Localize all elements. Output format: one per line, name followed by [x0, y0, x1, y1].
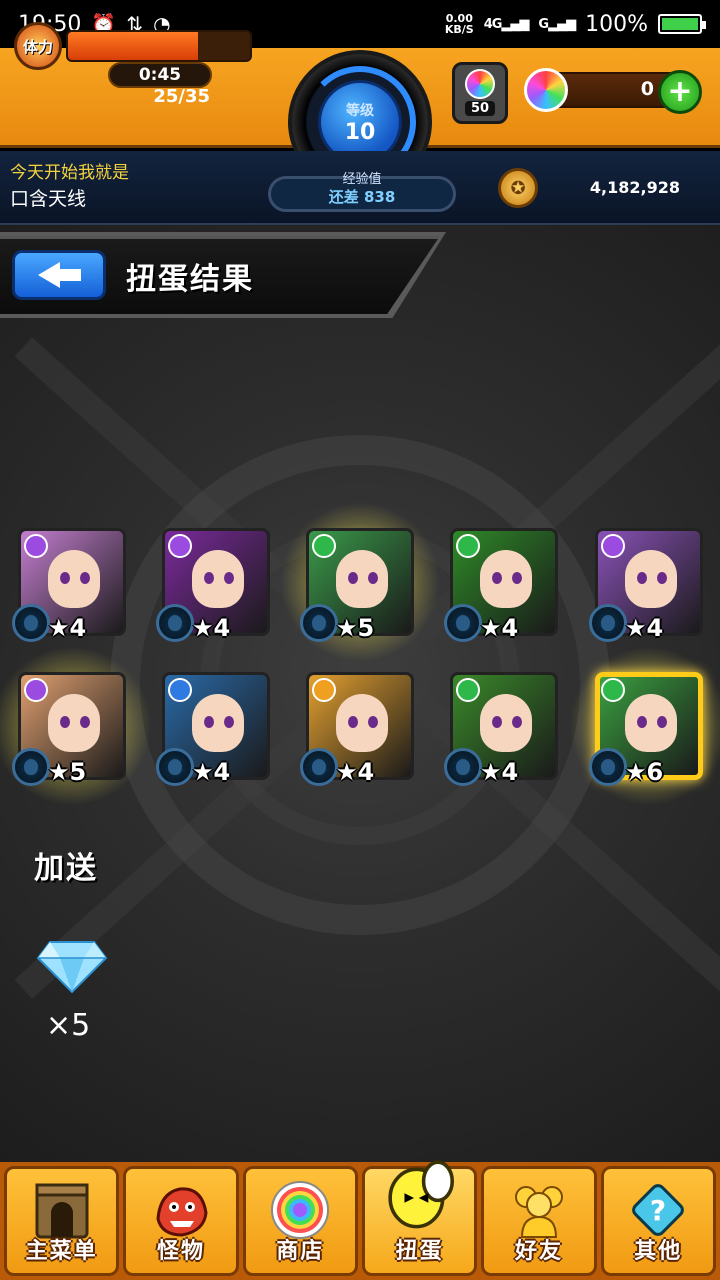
player-motto: 今天开始我就是 — [10, 163, 129, 183]
monster-face — [625, 694, 677, 752]
element-icon — [601, 678, 625, 702]
luck-orb-icon — [156, 748, 194, 786]
stamina-icon: 体力 — [14, 22, 62, 70]
battery-icon — [658, 14, 706, 34]
monster-face — [192, 694, 244, 752]
castle-icon — [35, 1183, 89, 1239]
luck-orb-icon — [589, 604, 627, 642]
element-icon — [456, 534, 480, 558]
rarity-stars: ★5 — [336, 614, 375, 642]
monster-card[interactable]: ★4 — [444, 672, 558, 786]
rainbow-orb-icon — [271, 1181, 330, 1239]
rarity-stars: ★4 — [48, 614, 87, 642]
element-icon — [24, 678, 48, 702]
luck-orb-icon — [444, 748, 482, 786]
orb-count: 50 — [464, 101, 496, 116]
back-arrow-icon — [37, 262, 60, 288]
luck-orb-icon — [300, 604, 338, 642]
bottom-nav: 主菜单 怪物 商店 扭蛋 好友 ? 其他 — [0, 1160, 720, 1280]
element-icon — [312, 534, 336, 558]
coin-icon: ✪ — [498, 168, 538, 208]
monster-card[interactable]: ★4 — [156, 528, 270, 642]
exp-label: 经验值 — [342, 172, 382, 187]
element-icon — [168, 534, 192, 558]
dragon-icon — [156, 1187, 208, 1237]
rarity-stars: ★4 — [192, 758, 231, 786]
monster-face — [480, 550, 532, 608]
gem-count: 0 — [640, 78, 654, 100]
nav-gacha[interactable]: 扭蛋 — [361, 1160, 478, 1276]
stamina-value: 25/35 — [153, 86, 210, 107]
monster-card[interactable]: ★4 — [444, 528, 558, 642]
luck-orb-icon — [12, 748, 50, 786]
monster-card[interactable]: ★5 — [280, 502, 440, 662]
bonus-label: 加送 — [34, 851, 98, 886]
element-icon — [456, 678, 480, 702]
svg-text:?: ? — [650, 1194, 666, 1227]
monster-face — [336, 694, 388, 752]
rarity-stars: ★4 — [480, 614, 519, 642]
back-button[interactable] — [12, 250, 106, 300]
element-icon — [312, 678, 336, 702]
rarity-stars: ★4 — [625, 614, 664, 642]
battery-percent: 100% — [585, 11, 648, 37]
monster-face — [48, 694, 100, 752]
luck-orb-icon — [300, 748, 338, 786]
friends-icon — [514, 1186, 563, 1238]
orb-icon — [465, 69, 495, 99]
monster-face — [625, 550, 677, 608]
page-title: 扭蛋结果 — [126, 262, 254, 297]
luck-orb-icon — [589, 748, 627, 786]
monster-card[interactable]: ★5 — [0, 646, 152, 806]
nav-other[interactable]: ? 其他 — [600, 1166, 716, 1276]
monster-card[interactable]: ★4 — [589, 528, 703, 642]
luck-orb-icon — [12, 604, 50, 642]
luck-orb-icon — [156, 604, 194, 642]
coin-count: 4,182,928 — [589, 178, 680, 197]
orb-stock[interactable]: 50 — [452, 62, 508, 124]
monster-card[interactable]: ★6 — [569, 646, 720, 806]
nav-friends[interactable]: 好友 — [481, 1166, 597, 1276]
monster-card[interactable]: ★4 — [300, 672, 414, 786]
stamina-timer: 0:45 — [108, 62, 212, 88]
monster-face — [192, 550, 244, 608]
rarity-stars: ★4 — [336, 758, 375, 786]
element-icon — [601, 534, 625, 558]
rarity-stars: ★6 — [625, 758, 664, 786]
nav-shop[interactable]: 商店 — [242, 1166, 358, 1276]
luck-orb-icon — [444, 604, 482, 642]
question-icon: ? — [632, 1184, 685, 1236]
element-icon — [168, 678, 192, 702]
rarity-stars: ★4 — [192, 614, 231, 642]
gacha-egg-icon — [388, 1160, 454, 1229]
player-name: 口含天线 — [10, 188, 87, 210]
network-speed: 0.00 KB/S — [444, 12, 474, 36]
add-gems-button[interactable]: + — [658, 70, 702, 114]
nav-main-menu[interactable]: 主菜单 — [4, 1166, 120, 1276]
monster-face — [336, 550, 388, 608]
element-icon — [24, 534, 48, 558]
bonus-quantity: ×5 — [46, 1008, 91, 1043]
monster-card[interactable]: ★4 — [12, 528, 126, 642]
rarity-stars: ★4 — [480, 758, 519, 786]
rarity-stars: ★5 — [48, 758, 87, 786]
gem-icon — [524, 68, 568, 112]
monster-card[interactable]: ★4 — [156, 672, 270, 786]
nav-monsters[interactable]: 怪物 — [123, 1166, 239, 1276]
exp-remaining: 还差 838 — [328, 188, 396, 206]
stamina-bar — [66, 30, 252, 62]
monster-face — [480, 694, 532, 752]
signal-icon: 4G▂▄▆ — [483, 16, 530, 32]
diamond-icon — [36, 941, 108, 994]
signal-icon-2: G▂▄▆ — [538, 16, 576, 32]
monster-face — [48, 550, 100, 608]
